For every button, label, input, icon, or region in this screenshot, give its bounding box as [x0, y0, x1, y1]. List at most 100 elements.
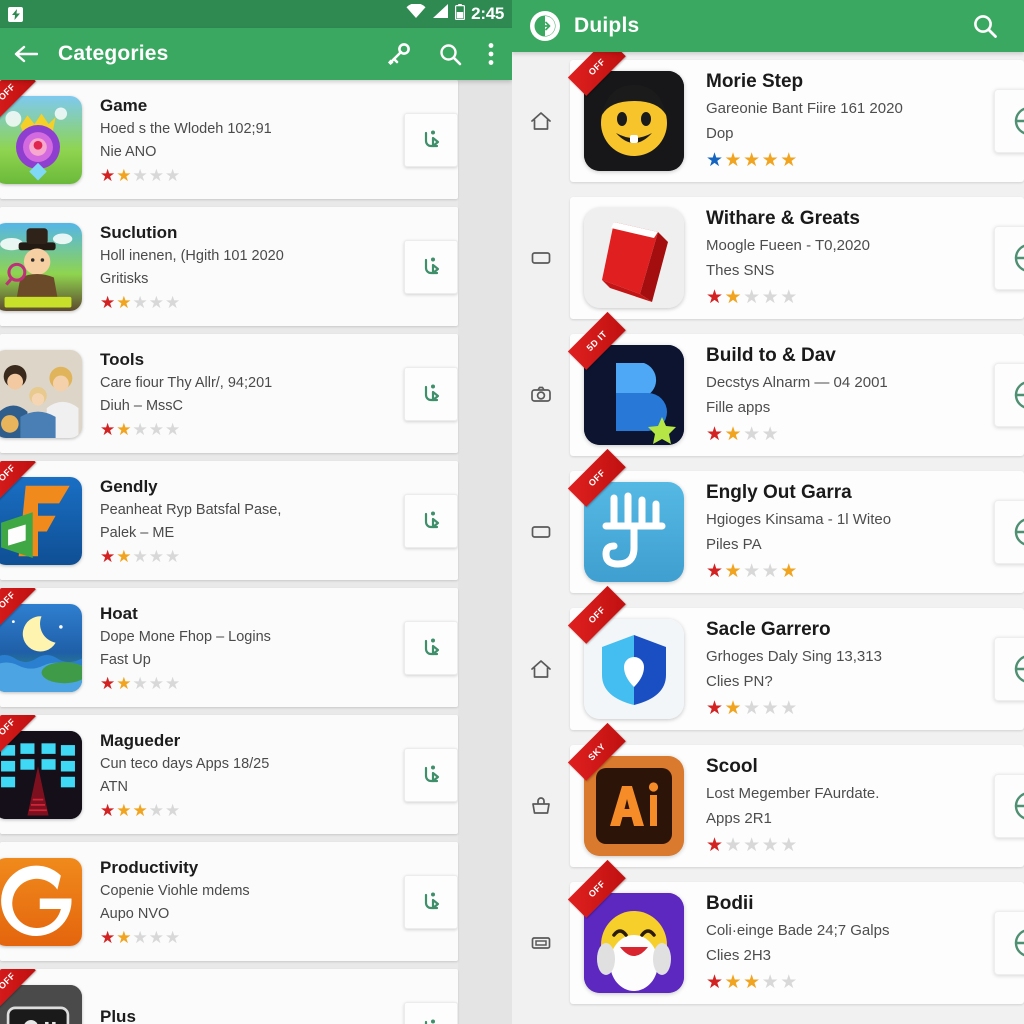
categories-list[interactable]: OFF Game Hoed s the Wlodeh 102;91 Nie ANO ★★… [0, 80, 458, 1024]
camera-icon[interactable] [512, 384, 570, 406]
window-icon[interactable] [512, 247, 570, 269]
app-card[interactable]: SKY Scool Lost Megember FAurdate. Apps 2R1 ★… [567, 722, 1024, 867]
star-2: ★ [724, 149, 744, 171]
install-icon-button[interactable] [404, 1001, 458, 1024]
category-list-item[interactable]: Productivity Copenie Viohle mdems Aupo NVO… [0, 842, 458, 961]
app-icon-wrap: 5D IT [567, 311, 684, 445]
home-icon[interactable] [512, 110, 570, 132]
rating-stars: ★★★★★ [100, 294, 398, 311]
star-4: ★ [148, 547, 165, 567]
app-text: Scool Lost Megember FAurdate. Apps 2R1 ★★★★… [684, 756, 1024, 854]
star-2: ★ [116, 166, 133, 186]
star-2: ★ [724, 834, 744, 856]
home-icon[interactable] [512, 658, 570, 680]
star-5: ★ [780, 149, 799, 171]
apps-list[interactable]: OFF Morie Step Gareonie Bant Fiire 161 202… [512, 37, 1024, 1024]
install-icon-button[interactable] [404, 747, 458, 802]
app-card[interactable]: 5D IT Build to & Dav Decstys Alnarm — 04 2… [567, 311, 1024, 456]
download-circle-icon-button[interactable] [994, 499, 1024, 564]
category-list-item[interactable]: OFF Hoat Dope Mone Fhop – Logins Fast Up ★★★… [0, 588, 458, 707]
app-card[interactable]: OFF Morie Step Gareonie Bant Fiire 161 202… [567, 37, 1024, 182]
star-4: ★ [148, 166, 165, 186]
star-1: ★ [706, 286, 725, 308]
app-icon-wrap [0, 349, 82, 438]
app-card[interactable]: OFF Bodii Coli·einge Bade 24;7 Galps Clies … [567, 859, 1024, 1004]
install-icon-button[interactable] [404, 239, 458, 294]
star-2: ★ [116, 547, 133, 567]
key-icon[interactable] [386, 42, 412, 66]
star-3: ★ [132, 420, 149, 440]
star-1: ★ [100, 420, 117, 440]
star-2: ★ [724, 697, 744, 719]
app-icon-wrap: OFF [567, 37, 684, 171]
category-list-item[interactable]: OFF Magueder Cun teco days Apps 18/25 ATN ★★… [0, 715, 458, 834]
app-subtitle-line2: Thes SNS [706, 262, 775, 280]
star-4: ★ [148, 674, 165, 694]
item-text: PlusMavihess Flogros set, MO [82, 1006, 404, 1024]
app-list-row[interactable]: OFF Engly Out Garra Hgioges Kinsama - 1l W… [512, 448, 1024, 600]
drawer-menu-icon[interactable] [530, 11, 560, 41]
star-3: ★ [743, 834, 762, 856]
app-subtitle-line2: Dop [706, 125, 734, 143]
app-card[interactable]: OFF Sacle Garrero Grhoges Daly Sing 13,313… [567, 585, 1024, 730]
install-icon-button[interactable] [404, 493, 458, 548]
screenshot-root: 2:45 Categories OFF Game Hoed s the Wlod… [0, 0, 1024, 1024]
search-icon[interactable] [438, 42, 462, 66]
item-subtitle-line2: Gritisks [100, 271, 149, 288]
shield-icon [584, 618, 684, 719]
app-subtitle-line2: Piles PA [706, 536, 762, 554]
overflow-menu-icon[interactable] [488, 42, 494, 66]
download-circle-icon-button[interactable] [994, 88, 1024, 153]
app-text: Engly Out Garra Hgioges Kinsama - 1l Wite… [684, 482, 1024, 580]
install-icon-button[interactable] [404, 366, 458, 421]
download-circle-icon-button[interactable] [994, 910, 1024, 975]
app-icon-wrap: OFF [0, 461, 82, 565]
search-icon[interactable] [972, 13, 998, 39]
star-4: ★ [761, 560, 781, 582]
download-circle-icon-button[interactable] [994, 225, 1024, 290]
item-subtitle-line1: Care fiour Thy Allr/, 94;201 [100, 375, 273, 392]
game-crown-icon [0, 95, 82, 184]
item-subtitle-line1: Cun teco days Apps 18/25 [100, 756, 270, 773]
star-4: ★ [761, 971, 781, 993]
star-3: ★ [132, 293, 149, 313]
download-circle-icon-button[interactable] [994, 773, 1024, 838]
window-icon[interactable] [512, 521, 570, 543]
back-arrow-icon[interactable] [14, 44, 38, 64]
app-list-row[interactable]: Withare & Greats Moogle Fueen - T0,2020 Th… [512, 189, 1024, 326]
app-list-row[interactable]: SKY Scool Lost Megember FAurdate. Apps 2R1 ★… [512, 722, 1024, 874]
item-subtitle-line1: Hoed s the Wlodeh 102;91 [100, 121, 272, 138]
app-card[interactable]: OFF Engly Out Garra Hgioges Kinsama - 1l W… [567, 448, 1024, 593]
app-icon-wrap: OFF [0, 715, 82, 819]
download-circle-icon-button[interactable] [994, 362, 1024, 427]
item-subtitle-line2: Palek – ME [100, 525, 175, 542]
app-list-row[interactable]: OFF Sacle Garrero Grhoges Daly Sing 13,313… [512, 585, 1024, 737]
star-2: ★ [116, 928, 133, 948]
install-icon-button[interactable] [404, 112, 458, 167]
install-icon-button[interactable] [404, 874, 458, 929]
app-list-row[interactable]: OFF Morie Step Gareonie Bant Fiire 161 202… [512, 37, 1024, 189]
app-card[interactable]: Withare & Greats Moogle Fueen - T0,2020 Th… [570, 196, 1024, 319]
page-title: Categories [58, 42, 169, 65]
item-subtitle-line1: Peanheat Ryp Batsfal Pase, [100, 502, 282, 519]
star-1: ★ [706, 834, 725, 856]
install-icon-button[interactable] [404, 620, 458, 675]
star-5: ★ [780, 286, 799, 308]
category-list-item[interactable]: Tools Care fiour Thy Allr/, 94;201 Diuh – … [0, 334, 458, 453]
app-list-row[interactable]: OFF Bodii Coli·einge Bade 24;7 Galps Clies … [512, 859, 1024, 1011]
bag-icon[interactable] [512, 795, 570, 817]
category-list-item[interactable]: OFF Gendly Peanheat Ryp Batsfal Pase, Palek… [0, 461, 458, 580]
download-circle-icon-button[interactable] [994, 636, 1024, 701]
item-subtitle-line1: Dope Mone Fhop – Logins [100, 629, 271, 646]
category-list-item[interactable]: OFFPlusMavihess Flogros set, MO [0, 969, 458, 1024]
app-list-row[interactable]: 5D IT Build to & Dav Decstys Alnarm — 04 2… [512, 311, 1024, 463]
illustrator-ai-icon [584, 755, 684, 856]
category-list-item[interactable]: Suclution Holl inenen, (Hgith 101 2020 Gri… [0, 207, 458, 326]
star-2: ★ [724, 423, 744, 445]
item-text: Game Hoed s the Wlodeh 102;91 Nie ANO ★★★★★ [82, 95, 404, 184]
card-icon[interactable] [512, 932, 570, 954]
category-list-item[interactable]: OFF Game Hoed s the Wlodeh 102;91 Nie ANO ★★… [0, 80, 458, 199]
app-icon-wrap: OFF [567, 448, 684, 582]
item-subtitle-line2: ATN [100, 779, 128, 796]
left-phone-panel: 2:45 Categories OFF Game Hoed s the Wlod… [0, 0, 512, 1024]
